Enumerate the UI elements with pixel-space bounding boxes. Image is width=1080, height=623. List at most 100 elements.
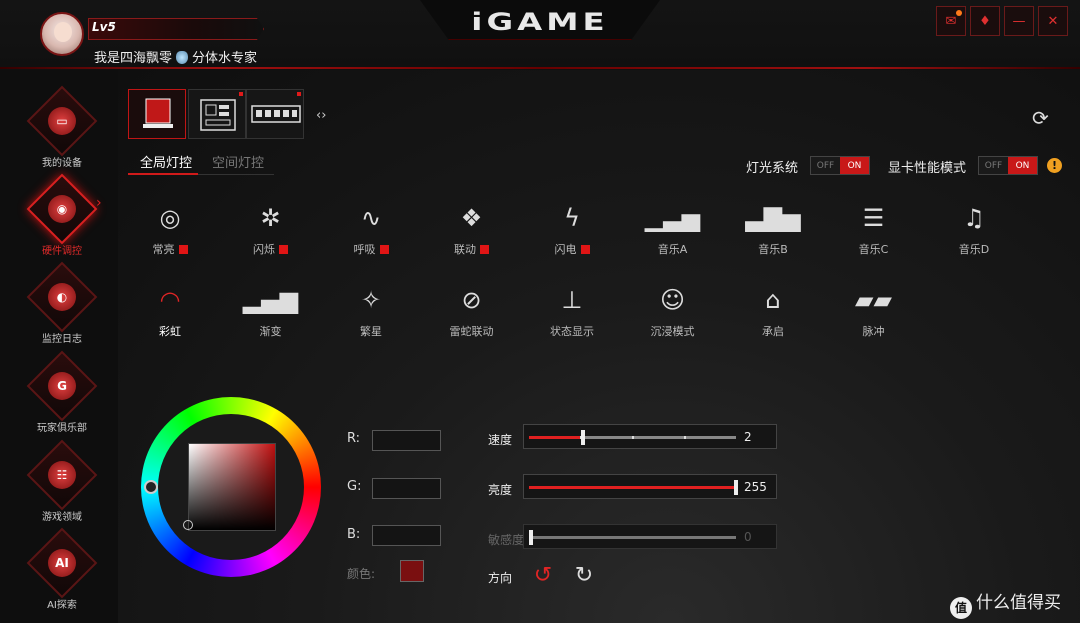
flash-icon: ✲: [260, 204, 281, 232]
effect-rainbow[interactable]: ◠ 彩虹: [130, 282, 210, 352]
rotate-ccw-icon[interactable]: ↺: [530, 562, 556, 588]
r-input[interactable]: [372, 430, 441, 451]
watermark-badge: 值: [950, 597, 972, 619]
music-c-icon: ☰: [862, 204, 885, 232]
sidebar-item-label: 玩家俱乐部: [37, 423, 87, 434]
color-marker: [580, 245, 590, 254]
effect-music-b[interactable]: ▃▇▅ 音乐B: [733, 200, 813, 270]
g-input[interactable]: [372, 478, 441, 499]
lightning-icon: ϟ: [564, 204, 580, 232]
color-swatch[interactable]: [400, 560, 424, 582]
saturation-value-box[interactable]: [188, 443, 276, 531]
effect-inherit[interactable]: ⌂ 承启: [733, 282, 813, 352]
sidebar-item-ai-explore[interactable]: AI AI探索: [0, 527, 118, 618]
effect-label-text: 状态显示: [550, 325, 594, 338]
music-d-icon: ♫: [963, 204, 985, 232]
effect-label-text: 繁星: [360, 325, 382, 338]
effect-gradient[interactable]: ▂▄▆ 渐变: [231, 282, 311, 352]
effect-label-text: 渐变: [259, 325, 282, 338]
hue-handle[interactable]: [144, 480, 158, 494]
gradient-icon: ▂▄▆: [242, 286, 299, 314]
b-input[interactable]: [372, 525, 441, 546]
effect-label: 沉浸模式: [633, 323, 713, 339]
effect-lightning[interactable]: ϟ 闪电: [532, 200, 612, 270]
sensitivity-value: 0: [744, 530, 752, 544]
skin-button[interactable]: ♦: [970, 6, 1000, 36]
sidebar-item-label: AI探索: [47, 600, 77, 611]
effect-music-c[interactable]: ☰ 音乐C: [834, 200, 914, 270]
r-label: R:: [347, 431, 361, 446]
sensitivity-label: 敏感度: [488, 533, 525, 547]
gpu-perf-toggle[interactable]: OFF ON: [978, 156, 1038, 175]
effect-breath[interactable]: ∿ 呼吸: [331, 200, 411, 270]
toggle-on: ON: [1008, 157, 1037, 174]
skin-icon: ♦: [979, 13, 991, 29]
effect-label: 联动: [432, 241, 512, 257]
sensitivity-slider[interactable]: 0: [523, 524, 777, 549]
slider-track: [529, 430, 736, 445]
sidebar-item-my-devices[interactable]: ▭ 我的设备: [0, 85, 118, 176]
device-tab-memory[interactable]: [246, 89, 304, 139]
effect-label: 脉冲: [834, 323, 914, 339]
level-text: Lv5: [92, 20, 116, 34]
light-system-toggle[interactable]: OFF ON: [810, 156, 870, 175]
effect-status[interactable]: ⊥ 状态显示: [532, 282, 612, 352]
sidebar-item-player-club[interactable]: G 玩家俱乐部: [0, 350, 118, 441]
effect-label-text: 音乐D: [958, 243, 990, 256]
effect-razer[interactable]: ⊘ 雷蛇联动: [432, 282, 512, 352]
effect-sync[interactable]: ❖ 联动: [432, 200, 512, 270]
effect-label-text: 脉冲: [862, 325, 885, 338]
shield-icon: [176, 51, 189, 64]
brightness-slider[interactable]: 255: [523, 474, 777, 499]
effect-music-d[interactable]: ♫ 音乐D: [934, 200, 1014, 270]
refresh-icon[interactable]: ⟳: [1032, 106, 1049, 130]
toggle-off: OFF: [984, 160, 1003, 171]
sidebar-item-game-zone[interactable]: ☷ 游戏领域: [0, 439, 118, 530]
effect-immersive[interactable]: ☺ 沉浸模式: [633, 282, 713, 352]
minimize-button[interactable]: —: [1004, 6, 1034, 36]
tab-global-lighting[interactable]: 全局灯控: [140, 152, 192, 174]
sidebar-item-label: 我的设备: [42, 158, 82, 169]
cooler-icon: [143, 98, 173, 128]
color-marker: [379, 245, 389, 254]
sidebar-item-label: 游戏领域: [42, 512, 82, 523]
sidebar-item-hardware-control[interactable]: ◉ 硬件调控: [0, 173, 118, 264]
slider-track: [529, 480, 738, 495]
speed-value: 2: [744, 430, 752, 444]
effect-flash[interactable]: ✲ 闪烁: [231, 200, 311, 270]
effect-label-text: 呼吸: [353, 243, 376, 256]
effect-pulse[interactable]: ▰▰ 脉冲: [834, 282, 914, 352]
warning-icon[interactable]: !: [1047, 158, 1062, 173]
slider-knob[interactable]: [734, 480, 738, 495]
sync-icon: ❖: [460, 204, 483, 232]
device-alert-dot: [239, 92, 243, 96]
tab-space-lighting[interactable]: 空间灯控: [212, 152, 264, 174]
slider-knob[interactable]: [580, 430, 585, 445]
expand-devices-icon[interactable]: ‹›: [316, 108, 326, 123]
slider-fill: [529, 486, 736, 489]
device-tab-cooler[interactable]: [128, 89, 186, 139]
avatar[interactable]: [40, 12, 84, 56]
club-icon: G: [48, 372, 76, 400]
effect-label-text: 承启: [762, 325, 784, 338]
app-window: iGAME Lv5 我是四海飘零 分体水专家 ✉ ♦ — ✕ ▭ 我的设备 ◉ 硬…: [0, 0, 1080, 623]
notification-button[interactable]: ✉: [936, 6, 966, 36]
status-icon: ⊥: [561, 286, 583, 314]
device-tab-motherboard[interactable]: [188, 89, 246, 139]
inherit-icon: ⌂: [765, 286, 781, 314]
close-button[interactable]: ✕: [1038, 6, 1068, 36]
sv-handle[interactable]: [183, 520, 193, 530]
effect-label: 渐变: [231, 323, 311, 339]
effect-static[interactable]: ◎ 常亮: [130, 200, 210, 270]
effect-music-a[interactable]: ▁▃▅ 音乐A: [633, 200, 713, 270]
effect-stars[interactable]: ✧ 繁星: [331, 282, 411, 352]
sidebar-item-monitor-log[interactable]: ◐ 监控日志: [0, 261, 118, 352]
minimize-icon: —: [1012, 13, 1026, 29]
slider-knob[interactable]: [529, 530, 533, 545]
effect-label: 雷蛇联动: [432, 323, 512, 339]
speed-slider[interactable]: 2: [523, 424, 777, 449]
rotate-cw-icon[interactable]: ↻: [571, 562, 597, 588]
static-icon: ◎: [159, 204, 181, 232]
tab-active-indicator: [128, 173, 198, 175]
music-a-icon: ▁▃▅: [644, 204, 701, 232]
